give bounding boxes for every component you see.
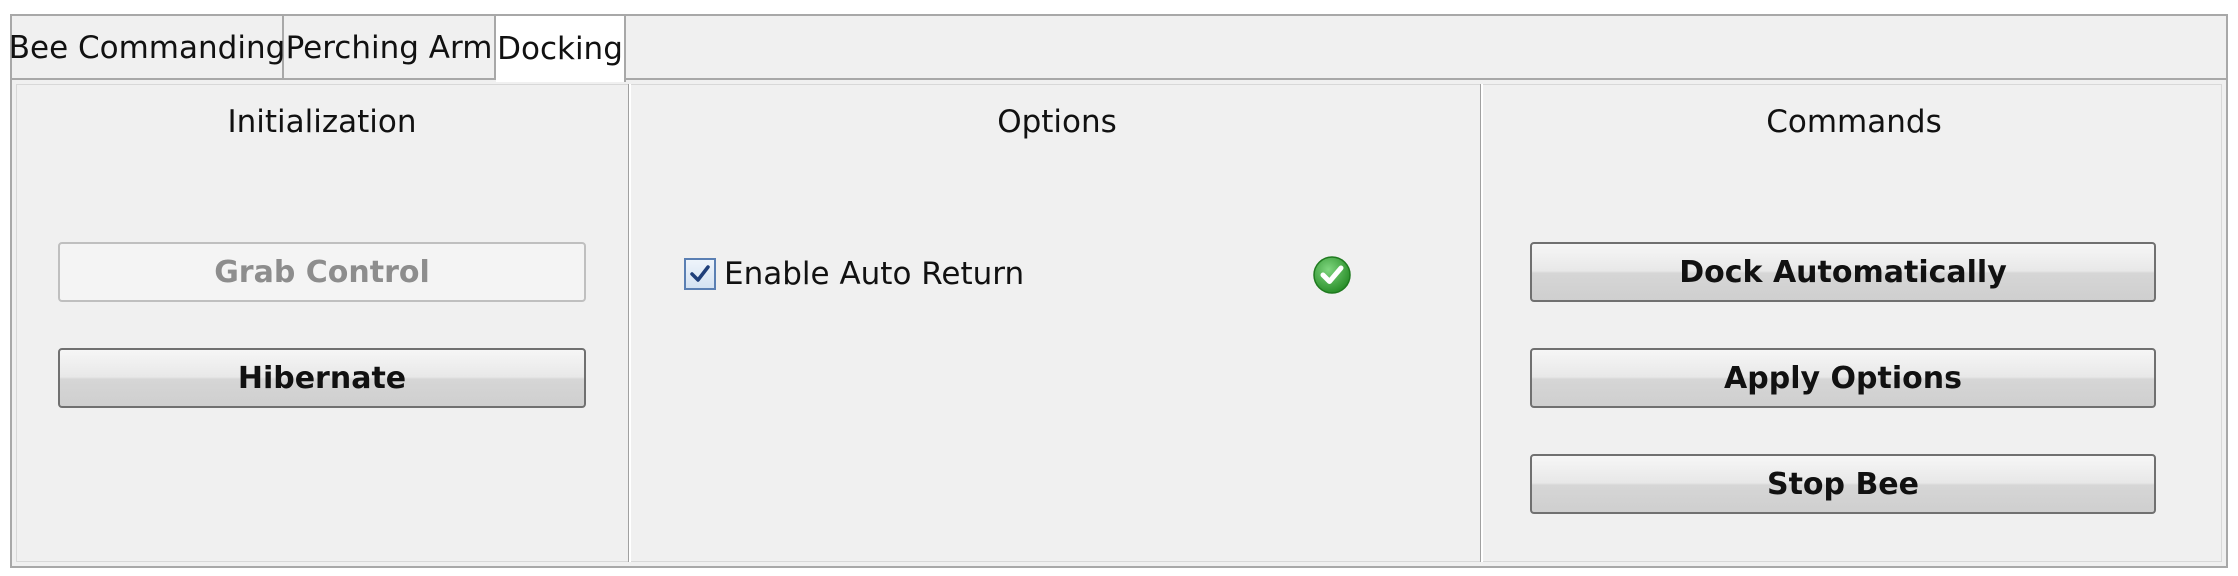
tab-perching-arm[interactable]: Perching Arm (284, 16, 496, 79)
dock-automatically-button[interactable]: Dock Automatically (1530, 242, 2156, 302)
auto-return-checkbox[interactable] (684, 258, 716, 290)
tab-bee-commanding[interactable]: Bee Commanding (9, 16, 285, 79)
docking-window: Bee Commanding Perching Arm Docking Init… (0, 0, 2238, 576)
initialization-title: Initialization (227, 104, 417, 140)
checkmark-icon (690, 265, 710, 282)
grab-control-button[interactable]: Grab Control (58, 242, 586, 302)
options-title: Options (997, 104, 1117, 140)
auto-return-label[interactable]: Enable Auto Return (724, 256, 1024, 292)
section-divider (1480, 84, 1483, 562)
apply-options-button[interactable]: Apply Options (1530, 348, 2156, 408)
section-divider (628, 84, 631, 562)
tab-bar: Bee Commanding Perching Arm Docking (9, 14, 2228, 82)
check-circle-icon (1312, 255, 1352, 295)
hibernate-button[interactable]: Hibernate (58, 348, 586, 408)
auto-return-row[interactable]: Enable Auto Return (684, 254, 1024, 294)
docking-panel: Initialization Grab Control Hibernate Op… (10, 78, 2228, 568)
stop-bee-button[interactable]: Stop Bee (1530, 454, 2156, 514)
commands-title: Commands (1766, 104, 1942, 140)
tab-docking[interactable]: Docking (496, 16, 626, 82)
